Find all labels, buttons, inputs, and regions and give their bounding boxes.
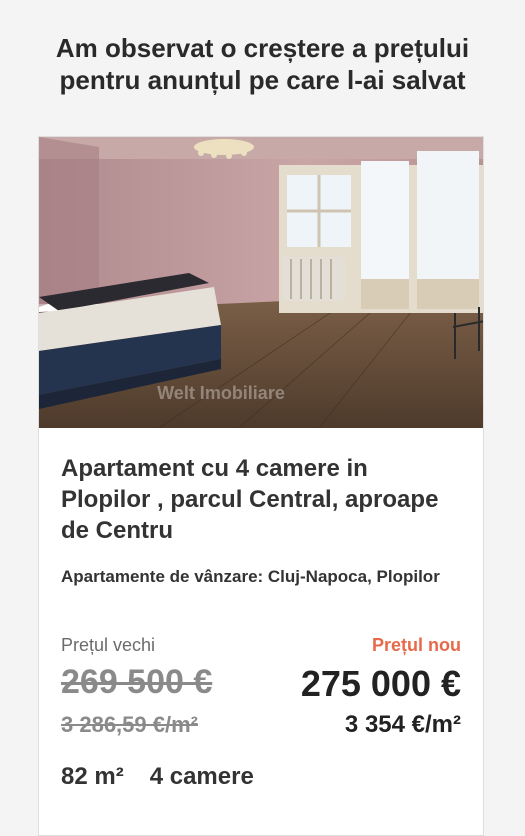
listing-card[interactable]: Welt Imobiliare Apartament cu 4 camere i… bbox=[38, 136, 484, 836]
listing-features: 82 m² 4 camere bbox=[61, 763, 280, 791]
listing-photo[interactable]: Welt Imobiliare bbox=[39, 137, 483, 428]
notification-headline: Am observat o creștere a prețului pentru… bbox=[55, 33, 470, 95]
listing-location: Apartamente de vânzare: Cluj-Napoca, Plo… bbox=[61, 567, 440, 586]
photo-watermark: Welt Imobiliare bbox=[157, 383, 285, 403]
surface-value: 82 m² bbox=[61, 763, 124, 790]
listing-title[interactable]: Apartament cu 4 camere in Plopilor , par… bbox=[61, 453, 461, 546]
old-price: 269 500 € bbox=[61, 663, 213, 701]
old-price-per-sqm: 3 286,59 €/m² bbox=[61, 712, 198, 737]
new-price-label: Prețul nou bbox=[372, 635, 461, 655]
new-price: 275 000 € bbox=[300, 663, 461, 704]
old-price-label: Prețul vechi bbox=[61, 635, 156, 655]
rooms-value: 4 camere bbox=[149, 763, 254, 790]
new-price-per-sqm: 3 354 €/m² bbox=[344, 711, 461, 738]
